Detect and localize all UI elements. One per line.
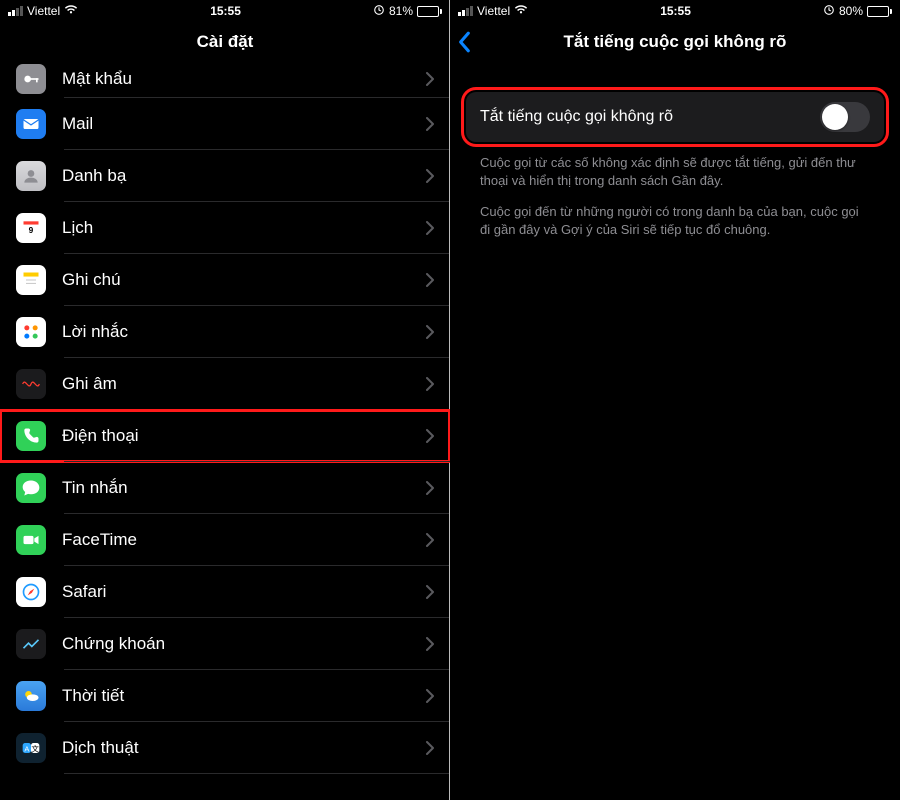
silence-unknown-callers-row[interactable]: Tắt tiếng cuộc gọi không rõ xyxy=(466,92,884,142)
page-title: Cài đặt xyxy=(197,32,254,52)
chevron-right-icon xyxy=(426,689,434,703)
chevron-right-icon xyxy=(426,637,434,651)
weather-icon xyxy=(16,681,46,711)
battery-icon xyxy=(417,6,442,17)
key-icon xyxy=(16,64,46,94)
row-label: Lịch xyxy=(62,218,426,238)
rotation-lock-icon xyxy=(373,4,385,19)
row-label: FaceTime xyxy=(62,530,426,550)
row-label: Điện thoại xyxy=(62,426,426,446)
cellular-signal-icon xyxy=(8,6,23,16)
mail-icon xyxy=(16,109,46,139)
carrier-label: Viettel xyxy=(477,4,510,18)
reminders-icon xyxy=(16,317,46,347)
voicememos-icon xyxy=(16,369,46,399)
settings-row-voicememos[interactable]: Ghi âm xyxy=(0,358,450,410)
setting-description: Cuộc gọi từ các số không xác định sẽ đượ… xyxy=(450,150,900,238)
toggle-label: Tắt tiếng cuộc gọi không rõ xyxy=(480,108,820,126)
settings-list[interactable]: Mật khẩu Mail Danh bạ 9 Lịch Ghi chú Lời nhắc G… xyxy=(0,60,450,774)
svg-text:9: 9 xyxy=(29,225,34,235)
row-label: Safari xyxy=(62,582,426,602)
row-label: Dịch thuật xyxy=(62,738,426,758)
settings-row-weather[interactable]: Thời tiết xyxy=(0,670,450,722)
settings-row-stocks[interactable]: Chứng khoán xyxy=(0,618,450,670)
cellular-signal-icon xyxy=(458,6,473,16)
settings-row-passwords[interactable]: Mật khẩu xyxy=(0,60,450,98)
chevron-right-icon xyxy=(426,741,434,755)
settings-row-facetime[interactable]: FaceTime xyxy=(0,514,450,566)
row-label: Mail xyxy=(62,114,426,134)
chevron-right-icon xyxy=(426,585,434,599)
silence-unknown-callers-switch[interactable] xyxy=(820,102,870,132)
svg-text:文: 文 xyxy=(31,743,39,753)
notes-icon xyxy=(16,265,46,295)
nav-bar: Cài đặt xyxy=(0,20,450,64)
facetime-icon xyxy=(16,525,46,555)
chevron-right-icon xyxy=(426,72,434,86)
phone-right-silence-unknown: Viettel 15:55 80% Tắt tiếng cuộc gọi khô… xyxy=(450,0,900,800)
phone-left-settings: Viettel 15:55 81% Cài đặt Mật khẩu Mail Da… xyxy=(0,0,450,800)
row-label: Ghi âm xyxy=(62,374,426,394)
contacts-icon xyxy=(16,161,46,191)
row-label: Danh bạ xyxy=(62,166,426,186)
settings-row-calendar[interactable]: 9 Lịch xyxy=(0,202,450,254)
settings-row-contacts[interactable]: Danh bạ xyxy=(0,150,450,202)
chevron-right-icon xyxy=(426,221,434,235)
chevron-right-icon xyxy=(426,377,434,391)
status-bar: Viettel 15:55 80% xyxy=(450,0,900,20)
stocks-icon xyxy=(16,629,46,659)
nav-bar: Tắt tiếng cuộc gọi không rõ xyxy=(450,20,900,64)
row-label: Mật khẩu xyxy=(62,69,426,89)
silence-unknown-callers-group: Tắt tiếng cuộc gọi không rõ xyxy=(466,92,884,142)
settings-row-mail[interactable]: Mail xyxy=(0,98,450,150)
chevron-right-icon xyxy=(426,429,434,443)
messages-icon xyxy=(16,473,46,503)
page-title: Tắt tiếng cuộc gọi không rõ xyxy=(564,32,787,52)
calendar-icon: 9 xyxy=(16,213,46,243)
carrier-label: Viettel xyxy=(27,4,60,18)
description-line-1: Cuộc gọi từ các số không xác định sẽ đượ… xyxy=(480,154,870,189)
wifi-icon xyxy=(64,4,78,18)
back-button[interactable] xyxy=(458,20,472,64)
row-label: Lời nhắc xyxy=(62,322,426,342)
clock-label: 15:55 xyxy=(210,4,241,18)
chevron-right-icon xyxy=(426,117,434,131)
chevron-right-icon xyxy=(426,325,434,339)
settings-row-phone[interactable]: Điện thoại xyxy=(0,410,450,462)
settings-row-safari[interactable]: Safari xyxy=(0,566,450,618)
wifi-icon xyxy=(514,4,528,18)
translate-icon: A文 xyxy=(16,733,46,763)
switch-knob xyxy=(822,104,848,130)
settings-row-messages[interactable]: Tin nhắn xyxy=(0,462,450,514)
phone-icon xyxy=(16,421,46,451)
row-label: Ghi chú xyxy=(62,270,426,290)
settings-row-notes[interactable]: Ghi chú xyxy=(0,254,450,306)
rotation-lock-icon xyxy=(823,4,835,19)
safari-icon xyxy=(16,577,46,607)
settings-row-reminders[interactable]: Lời nhắc xyxy=(0,306,450,358)
clock-label: 15:55 xyxy=(660,4,691,18)
battery-pct-label: 80% xyxy=(839,4,863,18)
row-label: Thời tiết xyxy=(62,686,426,706)
row-label: Chứng khoán xyxy=(62,634,426,654)
chevron-right-icon xyxy=(426,169,434,183)
status-bar: Viettel 15:55 81% xyxy=(0,0,450,20)
chevron-right-icon xyxy=(426,273,434,287)
description-line-2: Cuộc gọi đến từ những người có trong dan… xyxy=(480,203,870,238)
svg-text:A: A xyxy=(24,744,29,753)
battery-icon xyxy=(867,6,892,17)
settings-row-translate[interactable]: A文 Dịch thuật xyxy=(0,722,450,774)
row-label: Tin nhắn xyxy=(62,478,426,498)
battery-pct-label: 81% xyxy=(389,4,413,18)
chevron-right-icon xyxy=(426,481,434,495)
chevron-right-icon xyxy=(426,533,434,547)
